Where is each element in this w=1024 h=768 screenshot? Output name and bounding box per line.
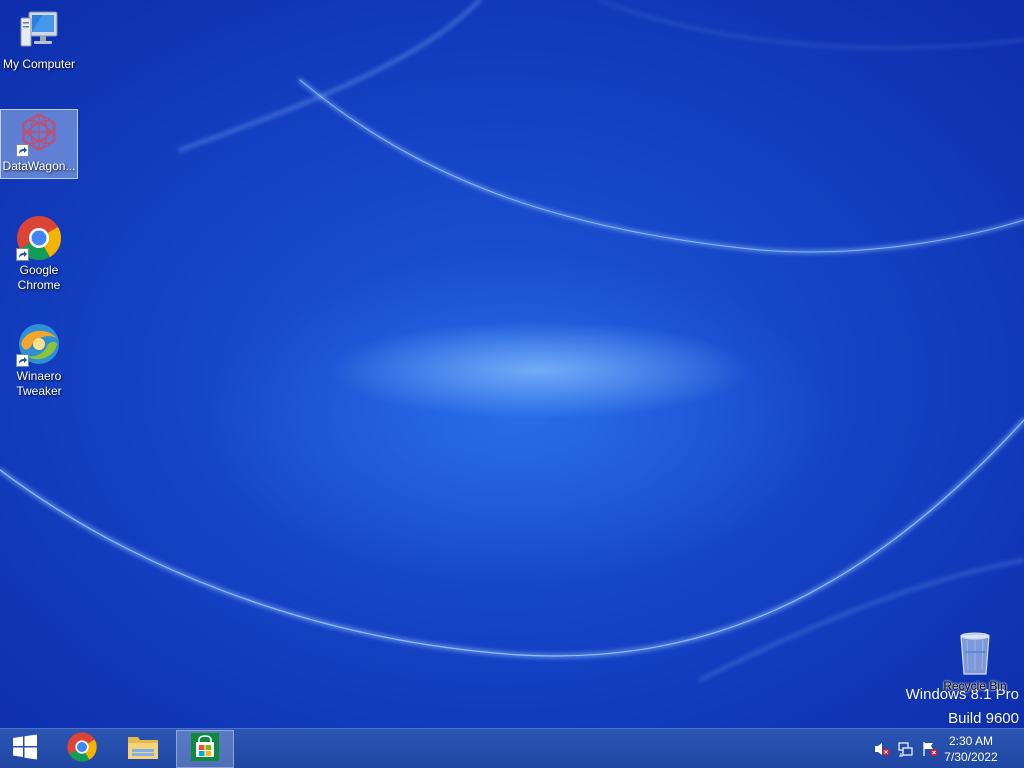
- shortcut-arrow-icon: [16, 144, 29, 157]
- chrome-icon: [66, 731, 98, 768]
- desktop-icon-winaero-tweaker[interactable]: Winaero Tweaker: [1, 320, 77, 404]
- folder-icon: [126, 732, 160, 767]
- windows-build-watermark: Build 9600: [948, 710, 1019, 727]
- desktop-icon-my-computer[interactable]: My Computer: [1, 8, 77, 74]
- taskbar-clock[interactable]: 2:30 AM 7/30/2022: [936, 733, 1006, 765]
- desktop-icon-label: My Computer: [2, 57, 76, 71]
- clock-date: 7/30/2022: [944, 750, 998, 764]
- chrome-icon: [15, 214, 63, 262]
- desktop-icon-label: Google Chrome: [17, 263, 61, 292]
- wallpaper-waves: [0, 0, 1024, 681]
- desktop-icon-datawagon[interactable]: DataWagon...: [0, 109, 78, 179]
- desktop-icon-label: Winaero Tweaker: [16, 369, 62, 398]
- computer-icon: [15, 8, 63, 56]
- recycle-bin-icon: [951, 630, 999, 678]
- shortcut-arrow-icon: [16, 248, 29, 261]
- windows-logo-icon: [12, 734, 38, 765]
- desktop-icon-recycle-bin[interactable]: Recycle Bin: [937, 630, 1013, 698]
- datawagon-icon: [15, 110, 63, 158]
- desktop-icon-label: DataWagon...: [2, 159, 76, 173]
- taskbar: 2:30 AM 7/30/2022: [0, 728, 1024, 768]
- desktop-icon-google-chrome[interactable]: Google Chrome: [1, 214, 77, 298]
- winaero-icon: [15, 320, 63, 368]
- store-icon: [190, 732, 220, 767]
- taskbar-file-explorer-button[interactable]: [115, 730, 171, 768]
- start-button[interactable]: [0, 730, 50, 768]
- taskbar-chrome-button[interactable]: [54, 730, 110, 768]
- desktop-icon-label: Recycle Bin: [943, 679, 1007, 693]
- network-icon[interactable]: [898, 741, 914, 757]
- clock-time: 2:30 AM: [948, 734, 994, 748]
- desktop[interactable]: My Computer DataWagon... Google Chrome W…: [0, 0, 1024, 728]
- shortcut-arrow-icon: [16, 354, 29, 367]
- taskbar-store-button[interactable]: [176, 730, 234, 768]
- volume-muted-icon[interactable]: [874, 741, 890, 757]
